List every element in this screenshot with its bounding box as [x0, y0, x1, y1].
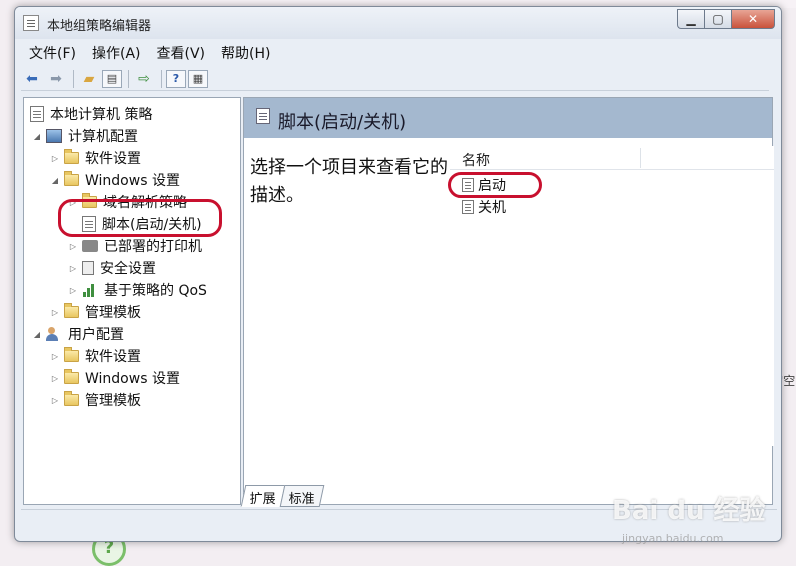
- toolbar: ⬅ ➡ ▰ ▤ ⇨ ? ▦: [21, 67, 769, 91]
- annotation-circle-startup: [448, 172, 542, 198]
- minimize-button[interactable]: ▁: [677, 9, 705, 29]
- properties-icon[interactable]: ▦: [188, 69, 208, 88]
- collapsed-arrow-icon[interactable]: ▷: [50, 396, 60, 405]
- folder-icon: [64, 149, 79, 164]
- title-bar[interactable]: 本地组策略编辑器 ▁ ▢ ✕: [15, 7, 781, 39]
- close-button[interactable]: ✕: [731, 9, 775, 29]
- policy-document-icon: [30, 106, 44, 122]
- bar-chart-icon: [82, 283, 98, 297]
- tree-node-root[interactable]: 本地计算机 策略: [30, 104, 152, 124]
- details-header: 脚本(启动/关机): [244, 98, 772, 138]
- collapsed-arrow-icon[interactable]: ▷: [68, 264, 78, 273]
- tree-node-software-settings[interactable]: ▷ 软件设置: [50, 148, 141, 168]
- help-icon[interactable]: ?: [166, 69, 186, 88]
- window-title: 本地组策略编辑器: [47, 19, 152, 34]
- description-text: 选择一个项目来查看它的描述。: [250, 157, 448, 206]
- printer-icon: [82, 240, 98, 252]
- collapsed-arrow-icon[interactable]: ▷: [68, 286, 78, 295]
- forward-arrow-icon[interactable]: ➡: [45, 69, 67, 89]
- folder-icon: [64, 391, 79, 406]
- menu-help[interactable]: 帮助(H): [213, 41, 278, 63]
- tree-node-user-config[interactable]: ◢ 用户配置: [32, 324, 124, 344]
- script-icon: [462, 200, 474, 214]
- users-icon: [46, 326, 62, 342]
- tree-node-windows-settings[interactable]: ◢ Windows 设置: [50, 170, 180, 190]
- collapsed-arrow-icon[interactable]: ▷: [50, 374, 60, 383]
- folder-icon: [64, 171, 79, 186]
- tree-node-qos-policy[interactable]: ▷ 基于策略的 QoS: [68, 280, 207, 300]
- policy-tree[interactable]: 本地计算机 策略 ◢ 计算机配置 ▷ 软件设置 ◢ Windows 设置 ▷ 域…: [23, 97, 241, 505]
- toolbar-divider: [73, 69, 74, 88]
- export-list-icon[interactable]: ⇨: [133, 69, 155, 89]
- toolbar-divider: [128, 69, 129, 88]
- expanded-arrow-icon[interactable]: ◢: [32, 132, 42, 141]
- baidu-watermark-url: jingyan.baidu.com: [622, 532, 724, 545]
- policy-app-icon: [23, 15, 39, 31]
- menu-view[interactable]: 查看(V): [149, 41, 214, 63]
- maximize-button[interactable]: ▢: [704, 9, 732, 29]
- tree-node-user-admin-templates[interactable]: ▷ 管理模板: [50, 390, 141, 410]
- collapsed-arrow-icon[interactable]: ▷: [50, 308, 60, 317]
- computer-icon: [46, 129, 62, 143]
- script-icon: [256, 108, 270, 124]
- menu-action[interactable]: 操作(A): [84, 41, 149, 63]
- details-pane: 脚本(启动/关机) 选择一个项目来查看它的描述。 名称 启动 关机: [243, 97, 774, 505]
- menu-bar: 文件(F) 操作(A) 查看(V) 帮助(H): [21, 41, 278, 63]
- folder-icon: [64, 303, 79, 318]
- tab-standard[interactable]: 标准: [279, 485, 325, 507]
- collapsed-arrow-icon[interactable]: ▷: [68, 242, 78, 251]
- baidu-watermark: Bai du 经验: [612, 496, 766, 526]
- column-header-name[interactable]: 名称: [450, 146, 774, 170]
- background-text-fragment: '空: [780, 374, 796, 388]
- expanded-arrow-icon[interactable]: ◢: [50, 176, 60, 185]
- group-policy-editor-window: 本地组策略编辑器 ▁ ▢ ✕ 文件(F) 操作(A) 查看(V) 帮助(H) ⬅…: [14, 6, 782, 542]
- collapsed-arrow-icon[interactable]: ▷: [50, 352, 60, 361]
- view-tabs: 扩展 标准: [240, 485, 325, 507]
- column-divider[interactable]: [640, 148, 641, 168]
- tree-node-security-settings[interactable]: ▷ 安全设置: [68, 258, 156, 278]
- security-icon: [82, 261, 94, 275]
- folder-icon: [64, 369, 79, 384]
- folder-icon: [64, 347, 79, 362]
- tree-node-deployed-printers[interactable]: ▷ 已部署的打印机: [68, 236, 202, 256]
- details-title: 脚本(启动/关机): [278, 112, 407, 133]
- up-folder-icon[interactable]: ▰: [78, 69, 100, 89]
- tree-node-user-software-settings[interactable]: ▷ 软件设置: [50, 346, 141, 366]
- back-arrow-icon[interactable]: ⬅: [21, 69, 43, 89]
- menu-file[interactable]: 文件(F): [21, 41, 84, 63]
- list-item-shutdown[interactable]: 关机: [462, 196, 506, 218]
- expanded-arrow-icon[interactable]: ◢: [32, 330, 42, 339]
- show-hide-tree-icon[interactable]: ▤: [102, 69, 122, 88]
- tab-extended[interactable]: 扩展: [240, 485, 286, 507]
- tree-node-admin-templates[interactable]: ▷ 管理模板: [50, 302, 141, 322]
- window-controls: ▁ ▢ ✕: [677, 9, 775, 29]
- tree-node-computer-config[interactable]: ◢ 计算机配置: [32, 126, 138, 146]
- toolbar-divider: [161, 69, 162, 88]
- collapsed-arrow-icon[interactable]: ▷: [50, 154, 60, 163]
- annotation-circle-scripts: [58, 199, 222, 237]
- tree-node-user-windows-settings[interactable]: ▷ Windows 设置: [50, 368, 180, 388]
